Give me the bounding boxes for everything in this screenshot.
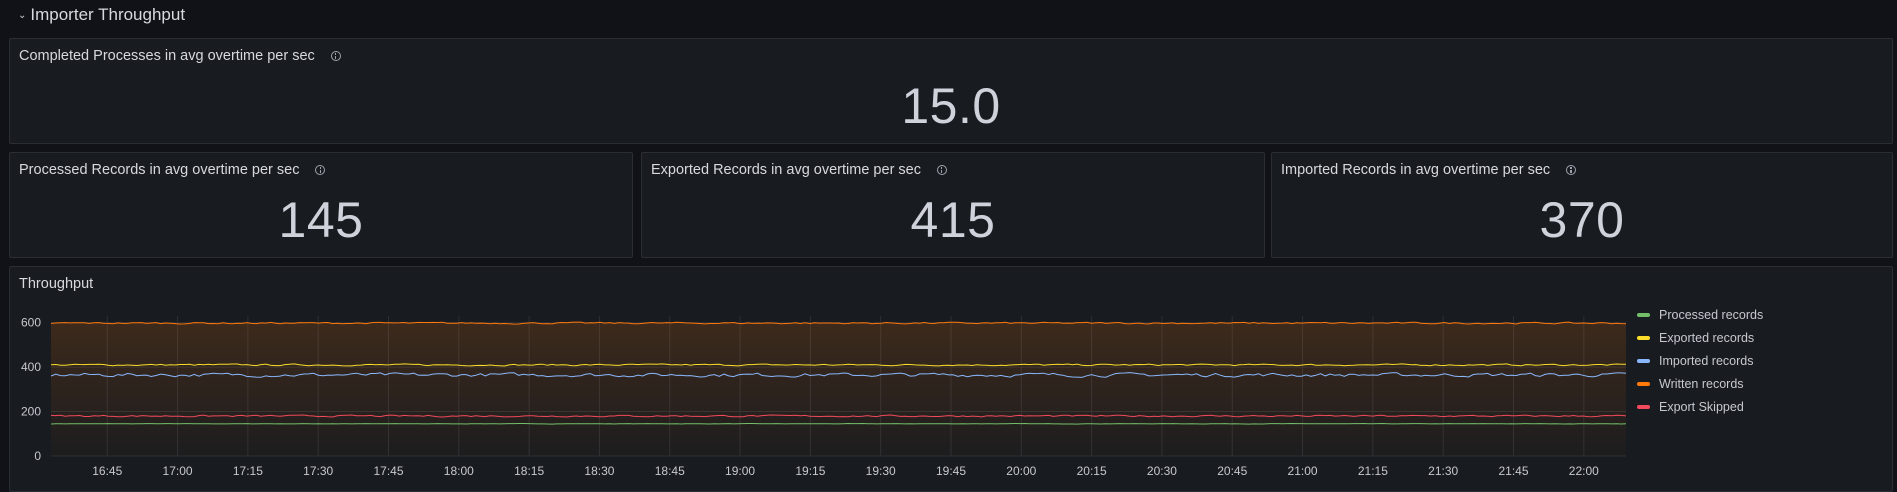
x-tick-label: 20:00 bbox=[1006, 464, 1036, 478]
x-tick-label: 21:45 bbox=[1498, 464, 1528, 478]
legend-swatch bbox=[1637, 335, 1650, 340]
legend-item[interactable]: Imported records bbox=[1637, 349, 1763, 372]
y-tick-label: 200 bbox=[21, 405, 41, 419]
x-tick-label: 19:30 bbox=[866, 464, 896, 478]
y-tick-label: 400 bbox=[21, 360, 41, 374]
legend-label: Exported records bbox=[1659, 330, 1755, 345]
chart-legend: Processed records Exported records Importe… bbox=[1637, 303, 1763, 418]
x-tick-label: 20:15 bbox=[1077, 464, 1107, 478]
legend-item[interactable]: Processed records bbox=[1637, 303, 1763, 326]
legend-label: Written records bbox=[1659, 376, 1744, 391]
legend-swatch bbox=[1637, 404, 1650, 409]
legend-item[interactable]: Export Skipped bbox=[1637, 395, 1763, 418]
x-tick-label: 22:00 bbox=[1569, 464, 1599, 478]
legend-item[interactable]: Written records bbox=[1637, 372, 1763, 395]
legend-swatch bbox=[1637, 358, 1650, 363]
x-tick-label: 21:15 bbox=[1358, 464, 1388, 478]
series-area bbox=[51, 322, 1626, 456]
legend-item[interactable]: Exported records bbox=[1637, 326, 1763, 349]
legend-swatch bbox=[1637, 381, 1650, 386]
x-tick-label: 20:30 bbox=[1147, 464, 1177, 478]
x-tick-label: 19:45 bbox=[936, 464, 966, 478]
x-tick-label: 21:30 bbox=[1428, 464, 1458, 478]
series-line[interactable] bbox=[50, 422, 1627, 425]
x-tick-label: 19:00 bbox=[725, 464, 755, 478]
x-tick-label: 18:00 bbox=[444, 464, 474, 478]
legend-label: Imported records bbox=[1659, 353, 1754, 368]
x-tick-label: 18:45 bbox=[655, 464, 685, 478]
x-tick-label: 16:45 bbox=[92, 464, 122, 478]
x-tick-label: 18:30 bbox=[584, 464, 614, 478]
x-tick-label: 20:45 bbox=[1217, 464, 1247, 478]
x-tick-label: 17:00 bbox=[163, 464, 193, 478]
legend-label: Processed records bbox=[1659, 307, 1764, 322]
x-tick-label: 19:15 bbox=[795, 464, 825, 478]
throughput-chart[interactable]: 0 200 400 600 16:45 17:00 17:15 17:30 17:45 18:00… bbox=[0, 0, 1897, 486]
x-tick-label: 17:45 bbox=[373, 464, 403, 478]
x-tick-label: 17:15 bbox=[233, 464, 263, 478]
legend-label: Export Skipped bbox=[1659, 399, 1744, 414]
x-tick-label: 17:30 bbox=[303, 464, 333, 478]
y-tick-label: 0 bbox=[34, 449, 41, 463]
y-tick-label: 600 bbox=[21, 316, 41, 330]
legend-swatch bbox=[1637, 312, 1650, 317]
x-tick-label: 18:15 bbox=[514, 464, 544, 478]
x-tick-label: 21:00 bbox=[1288, 464, 1318, 478]
